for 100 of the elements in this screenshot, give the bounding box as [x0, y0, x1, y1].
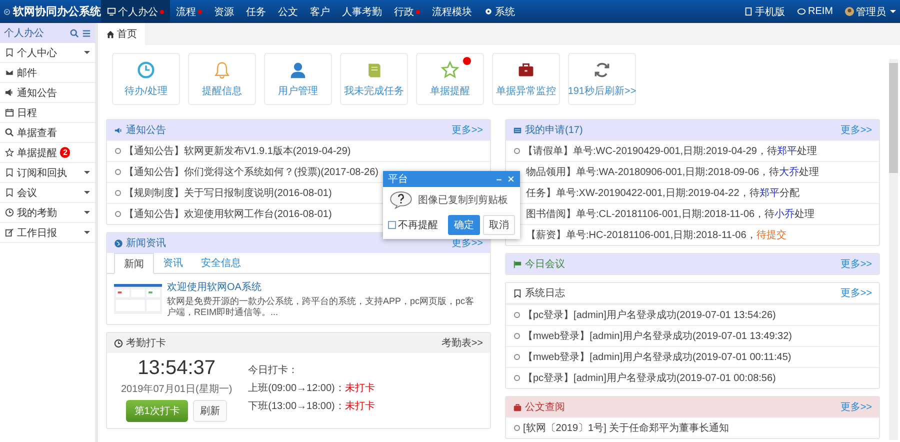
notification-dot [198, 10, 202, 14]
top-link[interactable]: REIM [797, 6, 833, 17]
shift-label: 下班(13:00→18:00)： [248, 401, 345, 412]
notice-link[interactable]: 【通知公告】软网更新发布V1.9.1版本(2019-04-29) [124, 144, 351, 158]
nav-tab[interactable]: 公文 [272, 0, 304, 23]
briefcase-icon [517, 60, 535, 78]
mail-icon [5, 68, 14, 77]
application-link[interactable]: 【薪资】单号:HC-20181106-001,日期:2018-11-06，待提交 [526, 228, 786, 242]
sidebar-item[interactable]: 个人中心 [0, 43, 95, 63]
sidebar-item[interactable]: 单据查看 [0, 123, 95, 143]
nav-tab[interactable]: 人事考勤 [336, 0, 388, 23]
nav-tab[interactable]: 客户 [304, 0, 336, 23]
notice-link[interactable]: 【通知公告】欢迎使用软网工作台(2016-08-01) [124, 207, 332, 221]
application-link[interactable]: 图书借阅】单号:CL-20181106-001,日期:2018-11-06，待小乔处理 [526, 207, 815, 221]
clock-icon [114, 338, 123, 348]
document-link[interactable]: [软网〔2019〕1号] 关于任命郑平为董事长通知 [523, 421, 730, 435]
caret-icon [84, 211, 90, 214]
list-icon [513, 126, 522, 134]
log-entry: 【mweb登录】[admin]用户名登录成功(2019-07-01 00:11:45) [523, 350, 792, 364]
sidebar-item[interactable]: 日程 [0, 103, 95, 123]
star-icon [5, 148, 14, 157]
nav-tab[interactable]: 流程 [170, 0, 208, 23]
bullet-icon [115, 169, 121, 175]
shortcut-tile[interactable]: 191秒后刷新>> [568, 53, 636, 105]
menu-icon[interactable] [82, 28, 91, 38]
notice-link[interactable]: 【规则制度】关于写日报制度说明(2016-08-01) [124, 186, 332, 200]
shortcut-tile[interactable]: 单据提醒 [416, 53, 484, 105]
application-link[interactable]: 任务】单号:XW-20190422-001,日期:2019-04-22，待郑平分配 [526, 186, 800, 200]
nav-tab[interactable]: 任务 [240, 0, 272, 23]
shift-label: 上班(09:00→12:00)： [248, 383, 345, 394]
nav-tab[interactable]: 资源 [208, 0, 240, 23]
nav-tab[interactable]: 系统 [478, 0, 521, 23]
top-link[interactable]: 手机版 [744, 4, 785, 18]
application-link[interactable]: 物品领用】单号:WA-20180906-001,日期:2018-09-06，待大乔处理 [526, 165, 820, 179]
chat-icon [797, 7, 806, 16]
bullet-icon [514, 312, 520, 318]
panel-title: 通知公告 [126, 124, 166, 137]
calendar-icon [5, 108, 14, 117]
notice-link[interactable]: 【通知公告】你们觉得这个系统如何？(投票)(2017-08-26) [124, 165, 378, 179]
bookmark-icon [5, 188, 14, 197]
bullet-icon [514, 425, 520, 431]
avatar-icon [845, 7, 854, 16]
bullet-icon [514, 333, 520, 339]
clock-icon [5, 208, 14, 217]
today-label: 今日打卡： [248, 364, 300, 377]
dialog-title: 平台 [388, 172, 408, 186]
monitor-icon [107, 7, 116, 16]
application-link[interactable]: 【请假单】单号:WC-20190429-001,日期:2019-04-29，待郑平处理 [523, 144, 817, 158]
news-summary: 软网是免费开源的一款办公系统，跨平台的系统，支持APP，pc网页版，pc客户端，REIM即时通信等。... [167, 296, 476, 318]
status-text: 未打卡 [344, 401, 375, 412]
search-icon [5, 128, 14, 137]
sidebar-item[interactable]: 邮件 [0, 63, 95, 83]
bullet-icon [115, 211, 121, 217]
bookmark-icon [513, 288, 522, 298]
news-tab[interactable]: 资讯 [154, 253, 192, 273]
more-link[interactable]: 更多>> [840, 286, 872, 300]
sidebar-title: 个人办公 [4, 26, 45, 40]
sidebar-item[interactable]: 工作日报 [0, 223, 95, 243]
user-icon [289, 60, 307, 78]
question-icon [389, 191, 413, 209]
log-entry: 【mweb登录】[admin]用户名登录成功(2019-07-01 13:49:32) [523, 330, 792, 343]
sidebar-item[interactable]: 通知公告 [0, 83, 95, 103]
panel-title: 新闻资讯 [126, 236, 166, 250]
clock-time: 13:54:37 [138, 357, 216, 380]
edit-icon [5, 228, 14, 237]
phone-icon [744, 7, 753, 16]
page-tab[interactable]: 首页 [98, 23, 145, 45]
bullet-icon [514, 354, 520, 360]
sidebar-item[interactable]: 单据提醒 2 [0, 143, 95, 163]
log-entry: 【pc登录】[admin]用户名登录成功(2019-07-01 13:54:26) [523, 308, 776, 322]
news-tab[interactable]: 新闻 [114, 253, 154, 274]
shortcut-tile[interactable]: 单据异常监控 [492, 53, 560, 105]
log-entry: 【pc登录】[admin]用户名登录成功(2019-07-01 00:08:56) [523, 372, 776, 385]
dialog-button[interactable]: 确定 [448, 215, 480, 235]
scrollbar[interactable] [889, 59, 898, 440]
dialog-button[interactable]: 取消 [483, 215, 515, 235]
nav-tab[interactable]: 个人办公 [101, 0, 170, 23]
count-badge: 2 [60, 147, 70, 158]
sidebar-item[interactable]: 会议 [0, 183, 95, 203]
sidebar-item[interactable]: 我的考勤 [0, 203, 95, 223]
refresh-button[interactable]: 刷新 [192, 400, 227, 422]
app-title: 软网协同办公系统 [13, 4, 101, 19]
flag-icon [513, 260, 522, 268]
attendance-sheet-link[interactable]: 考勤表>> [441, 336, 483, 350]
bullet-icon [115, 190, 121, 196]
star-icon [441, 60, 459, 78]
dialog-message: 图像已复制到剪贴板 [418, 194, 508, 207]
bullet-icon [514, 375, 520, 381]
close-icon[interactable] [507, 175, 515, 183]
news-title[interactable]: 欢迎使用软网OA系统 [167, 280, 483, 294]
nav-tab[interactable]: 行政 [388, 0, 426, 23]
status-text: 未打卡 [344, 383, 375, 394]
caret-icon [890, 10, 896, 13]
news-tab[interactable]: 安全信息 [192, 253, 250, 273]
user-menu[interactable]: 管理员 [845, 4, 896, 18]
dont-remind-checkbox[interactable]: 不再提醒 [388, 218, 438, 232]
search-icon[interactable] [70, 28, 79, 38]
nav-tab[interactable]: 流程模块 [426, 0, 478, 23]
sidebar-item[interactable]: 订阅和回执 [0, 163, 95, 183]
bullet-icon [115, 148, 121, 154]
